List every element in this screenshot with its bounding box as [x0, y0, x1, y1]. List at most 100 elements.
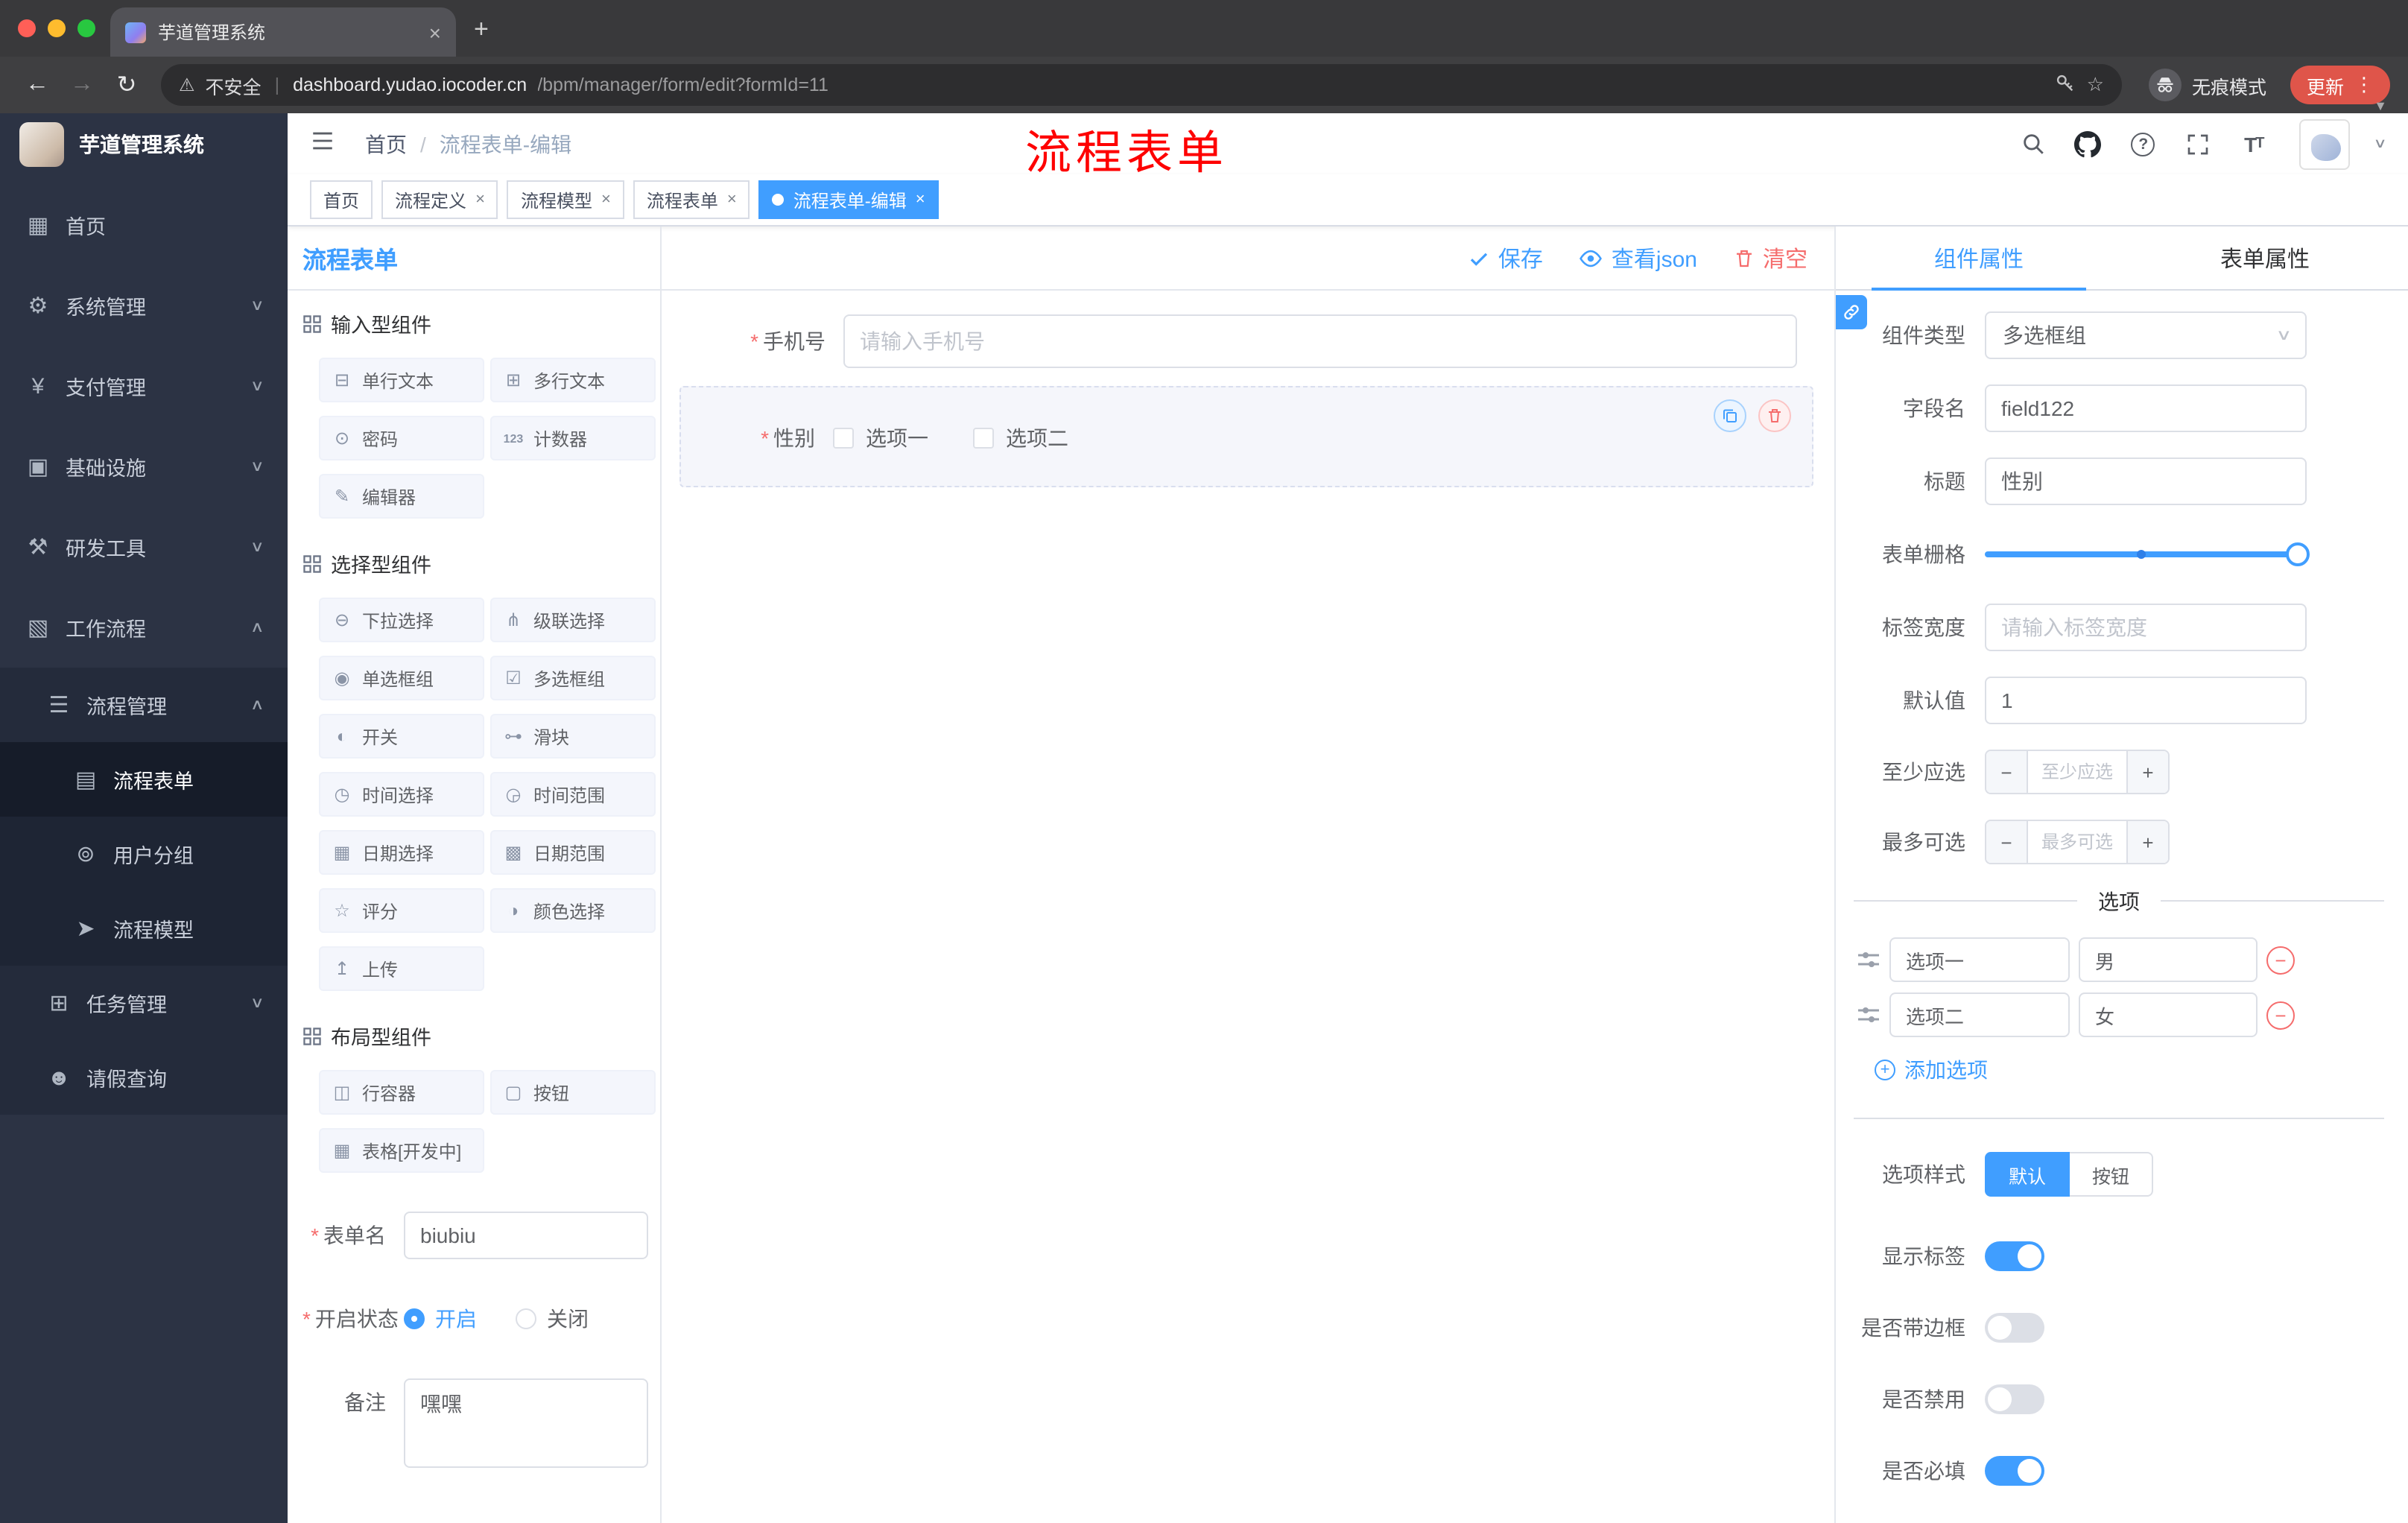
- drag-handle-icon[interactable]: [1857, 1003, 1881, 1027]
- checkbox-option-2[interactable]: 选项二: [973, 423, 1068, 453]
- sidebar-item-leave-query[interactable]: ☻ 请假查询: [0, 1040, 288, 1115]
- style-default-button[interactable]: 默认: [1985, 1152, 2070, 1197]
- palette-item-counter[interactable]: 123 计数器: [490, 416, 656, 460]
- palette-item-date-range[interactable]: ▩ 日期范围: [490, 830, 656, 875]
- slider-handle[interactable]: [2286, 542, 2310, 566]
- sidebar-item-user-groups[interactable]: ⊚ 用户分组: [0, 817, 288, 891]
- style-button-button[interactable]: 按钮: [2070, 1152, 2154, 1197]
- component-doc-link-button[interactable]: [1836, 295, 1867, 329]
- slider-track[interactable]: [1985, 542, 2310, 566]
- drag-handle-icon[interactable]: [1857, 948, 1881, 972]
- sidebar-item-devtools[interactable]: ⚒ 研发工具 ∨: [0, 507, 288, 587]
- palette-item-switch[interactable]: ◐ 开关: [319, 714, 484, 759]
- canvas-field-gender-selected[interactable]: 性别 选项一 选项二: [679, 386, 1813, 487]
- sidebar-item-payment[interactable]: ¥ 支付管理 ∨: [0, 346, 288, 426]
- reload-icon[interactable]: ↻: [107, 70, 146, 100]
- tag-close-icon[interactable]: ×: [916, 191, 925, 209]
- tag-close-icon[interactable]: ×: [601, 191, 611, 209]
- max-select-input[interactable]: [2028, 821, 2126, 863]
- palette-item-upload[interactable]: ↥ 上传: [319, 946, 484, 991]
- search-icon[interactable]: [2018, 129, 2048, 159]
- back-icon[interactable]: ←: [18, 72, 57, 98]
- forward-icon[interactable]: →: [63, 72, 101, 98]
- phone-input[interactable]: [843, 314, 1797, 368]
- checkbox-option-1[interactable]: 选项一: [833, 423, 928, 453]
- tag-process-definition[interactable]: 流程定义 ×: [381, 180, 498, 219]
- sidebar-item-workflow[interactable]: ▧ 工作流程 ∧: [0, 587, 288, 668]
- show-label-toggle[interactable]: [1985, 1241, 2044, 1271]
- app-logo[interactable]: 芋道管理系统: [0, 113, 288, 176]
- decrease-button[interactable]: −: [1986, 751, 2028, 793]
- field-name-input[interactable]: [1985, 384, 2307, 432]
- overflow-menu-icon[interactable]: ⋮: [2354, 73, 2374, 97]
- option-label-input[interactable]: [1889, 937, 2070, 982]
- github-icon[interactable]: [2073, 129, 2103, 159]
- remove-option-button[interactable]: −: [2266, 946, 2295, 974]
- palette-item-checkbox-group[interactable]: ☑ 多选框组: [490, 656, 656, 700]
- default-value-input[interactable]: [1985, 677, 2307, 724]
- user-avatar[interactable]: [2299, 118, 2351, 169]
- border-toggle[interactable]: [1985, 1313, 2044, 1343]
- sidebar-item-process-management[interactable]: ☰ 流程管理 ∧: [0, 668, 288, 742]
- tag-process-form-edit[interactable]: 流程表单-编辑 ×: [758, 180, 939, 219]
- bookmark-star-icon[interactable]: ☆: [2087, 73, 2104, 97]
- palette-item-color-picker[interactable]: ◑ 颜色选择: [490, 888, 656, 933]
- password-key-icon[interactable]: [2056, 72, 2076, 98]
- tag-process-model[interactable]: 流程模型 ×: [507, 180, 624, 219]
- palette-item-cascader[interactable]: ⋔ 级联选择: [490, 598, 656, 642]
- sidebar-item-infrastructure[interactable]: ▣ 基础设施 ∨: [0, 426, 288, 507]
- disabled-toggle[interactable]: [1985, 1384, 2044, 1414]
- palette-item-button[interactable]: ▢ 按钮: [490, 1070, 656, 1115]
- browser-tab[interactable]: 芋道管理系统 ×: [110, 7, 456, 57]
- tag-process-form[interactable]: 流程表单 ×: [633, 180, 750, 219]
- sidebar-item-process-model[interactable]: ➤ 流程模型: [0, 891, 288, 966]
- title-input[interactable]: [1985, 457, 2307, 505]
- avatar-caret-down-icon[interactable]: ∨: [2374, 136, 2387, 152]
- collapse-sidebar-icon[interactable]: [310, 127, 335, 160]
- tab-close-icon[interactable]: ×: [429, 22, 441, 42]
- palette-item-select[interactable]: ⊖ 下拉选择: [319, 598, 484, 642]
- new-tab-button[interactable]: +: [474, 15, 489, 45]
- delete-component-button[interactable]: [1758, 399, 1791, 432]
- palette-item-rate[interactable]: ☆ 评分: [319, 888, 484, 933]
- checkbox-unchecked-icon[interactable]: [833, 428, 854, 449]
- palette-item-row-container[interactable]: ◫ 行容器: [319, 1070, 484, 1115]
- palette-item-time-picker[interactable]: ◷ 时间选择: [319, 772, 484, 817]
- zoom-window-button[interactable]: [77, 19, 95, 37]
- palette-item-slider[interactable]: ⊶ 滑块: [490, 714, 656, 759]
- checkbox-unchecked-icon[interactable]: [973, 428, 994, 449]
- sidebar-item-task-management[interactable]: ⊞ 任务管理 ∨: [0, 966, 288, 1040]
- view-json-button[interactable]: 查看json: [1579, 242, 1697, 273]
- decrease-button[interactable]: −: [1986, 821, 2028, 863]
- remark-textarea[interactable]: 嘿嘿: [404, 1378, 648, 1468]
- breadcrumb-home[interactable]: 首页: [365, 129, 407, 159]
- fullscreen-icon[interactable]: [2184, 129, 2214, 159]
- sidebar-item-process-form[interactable]: ▤ 流程表单: [0, 742, 288, 817]
- tag-close-icon[interactable]: ×: [475, 191, 485, 209]
- chrome-caret-down-icon[interactable]: ▼: [2374, 98, 2387, 113]
- tag-home[interactable]: 首页: [310, 180, 373, 219]
- palette-item-password[interactable]: ⊙ 密码: [319, 416, 484, 460]
- label-width-input[interactable]: [1985, 604, 2307, 651]
- form-name-input[interactable]: [404, 1212, 648, 1259]
- option-label-input[interactable]: [1889, 992, 2070, 1037]
- component-type-select[interactable]: 多选框组 ∨: [1985, 311, 2307, 359]
- palette-item-single-text[interactable]: ⊟ 单行文本: [319, 358, 484, 402]
- required-toggle[interactable]: [1985, 1456, 2044, 1486]
- font-size-icon[interactable]: TT: [2239, 129, 2269, 159]
- option-value-input[interactable]: [2079, 992, 2258, 1037]
- palette-item-date-picker[interactable]: ▦ 日期选择: [319, 830, 484, 875]
- palette-item-time-range[interactable]: ◶ 时间范围: [490, 772, 656, 817]
- min-select-input[interactable]: [2028, 751, 2126, 793]
- address-bar[interactable]: ⚠ 不安全 | dashboard.yudao.iocoder.cn/bpm/m…: [161, 64, 2122, 106]
- remove-option-button[interactable]: −: [2266, 1001, 2295, 1029]
- clear-button[interactable]: 清空: [1733, 242, 1807, 273]
- palette-item-table[interactable]: ▦ 表格[开发中]: [319, 1128, 484, 1173]
- close-window-button[interactable]: [18, 19, 36, 37]
- increase-button[interactable]: +: [2126, 751, 2168, 793]
- minimize-window-button[interactable]: [48, 19, 66, 37]
- sidebar-item-system[interactable]: ⚙ 系统管理 ∨: [0, 265, 288, 346]
- radio-open[interactable]: 开启: [404, 1304, 477, 1334]
- palette-item-textarea[interactable]: ⊞ 多行文本: [490, 358, 656, 402]
- save-button[interactable]: 保存: [1468, 242, 1543, 273]
